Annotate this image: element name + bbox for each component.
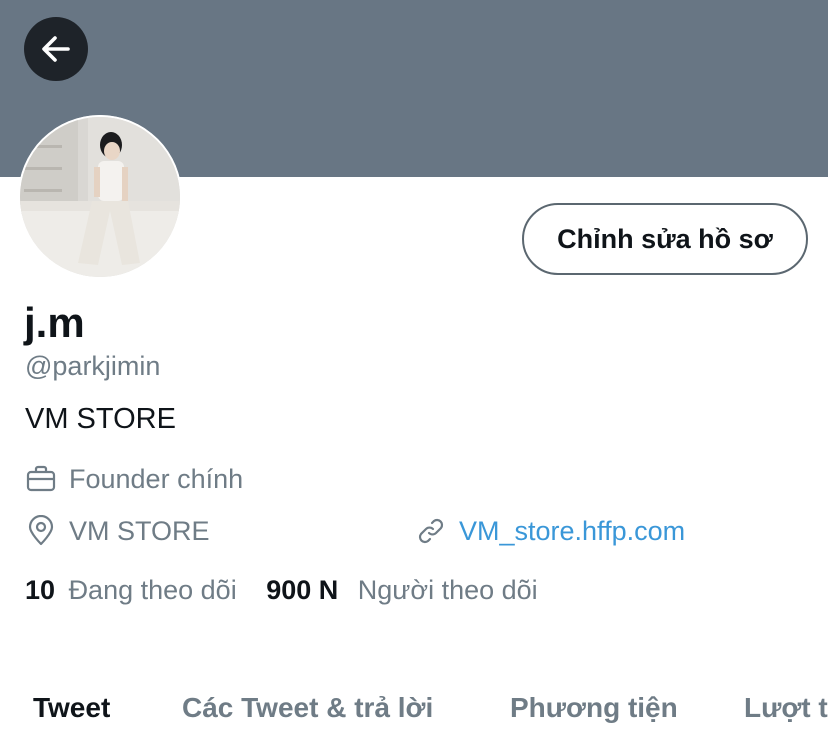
location-row: VM STORE: [25, 513, 210, 549]
tab-likes[interactable]: Lượt t: [744, 689, 828, 727]
profession-text: Founder chính: [69, 464, 244, 494]
follow-stats: 10 Đang theo dõi 900 N Người theo dõi: [25, 572, 538, 608]
profile-bio: VM STORE: [25, 403, 176, 435]
following-count: 10: [25, 575, 56, 605]
followers-stat[interactable]: 900 N Người theo dõi: [266, 575, 537, 605]
location-text: VM STORE: [69, 516, 210, 546]
profile-name: j.m: [24, 299, 85, 346]
tab-media[interactable]: Phương tiện: [510, 689, 678, 727]
avatar[interactable]: [18, 115, 182, 279]
location-pin-icon: [28, 515, 54, 546]
profile-page: Chỉnh sửa hồ sơ j.m @parkjimin VM STORE …: [0, 0, 828, 746]
link-icon: [418, 518, 444, 544]
tab-tweets-replies[interactable]: Các Tweet & trả lời: [182, 689, 433, 727]
edit-profile-button[interactable]: Chỉnh sửa hồ sơ: [522, 203, 808, 275]
profession-row: Founder chính: [25, 461, 243, 497]
arrow-left-icon: [42, 36, 70, 62]
followers-count: 900 N: [266, 575, 339, 605]
following-stat[interactable]: 10 Đang theo dõi: [25, 575, 244, 605]
tab-tweets[interactable]: Tweet: [33, 689, 110, 727]
briefcase-icon: [26, 465, 56, 492]
following-label: Đang theo dõi: [68, 575, 237, 605]
website-row[interactable]: VM_store.hffp.com: [415, 513, 685, 549]
profile-handle: @parkjimin: [25, 351, 161, 381]
website-link[interactable]: VM_store.hffp.com: [459, 513, 685, 549]
back-button[interactable]: [24, 17, 88, 81]
followers-label: Người theo dõi: [357, 575, 538, 605]
